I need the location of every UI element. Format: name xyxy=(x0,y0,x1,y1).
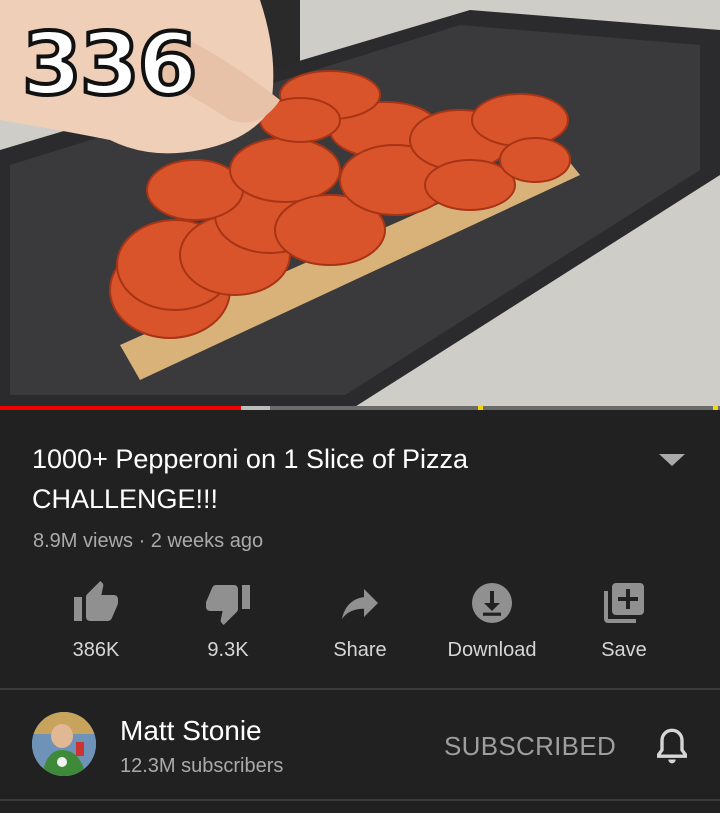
save-label: Save xyxy=(601,639,647,661)
notification-bell-icon[interactable] xyxy=(652,725,692,769)
progress-played xyxy=(0,406,241,410)
save-button[interactable]: Save xyxy=(558,571,690,691)
dislike-button[interactable]: 9.3K xyxy=(162,571,294,691)
share-button[interactable]: Share xyxy=(294,571,426,691)
thumbs-up-icon xyxy=(74,581,118,621)
expand-description-icon[interactable] xyxy=(656,449,688,469)
channel-avatar[interactable] xyxy=(32,712,96,776)
download-icon xyxy=(472,583,512,623)
progress-bar[interactable] xyxy=(0,406,720,410)
channel-name[interactable]: Matt Stonie xyxy=(120,715,262,747)
divider xyxy=(0,688,720,690)
video-title[interactable]: 1000+ Pepperoni on 1 Slice of Pizza CHAL… xyxy=(32,439,632,519)
subscriber-count: 12.3M subscribers xyxy=(120,755,284,777)
video-player[interactable]: 336 xyxy=(0,0,720,410)
overlay-counter: 336 xyxy=(20,15,200,115)
share-label: Share xyxy=(333,639,387,661)
dislike-count: 9.3K xyxy=(207,639,249,661)
thumbs-down-icon xyxy=(206,585,250,625)
ad-marker xyxy=(478,406,483,410)
action-bar: 386K 9.3K Share Download Save xyxy=(0,571,720,691)
ad-marker xyxy=(713,406,718,410)
like-button[interactable]: 386K xyxy=(30,571,162,691)
share-icon xyxy=(342,589,378,619)
like-count: 386K xyxy=(72,639,120,661)
subscribed-button[interactable]: SUBSCRIBED xyxy=(444,731,616,762)
download-label: Download xyxy=(447,639,537,661)
video-meta: 8.9M views · 2 weeks ago xyxy=(33,530,264,552)
channel-row: Matt Stonie 12.3M subscribers SUBSCRIBED xyxy=(0,691,720,801)
divider xyxy=(0,799,720,801)
save-to-playlist-icon xyxy=(604,583,644,623)
download-button[interactable]: Download xyxy=(426,571,558,691)
avatar-image xyxy=(32,712,96,776)
